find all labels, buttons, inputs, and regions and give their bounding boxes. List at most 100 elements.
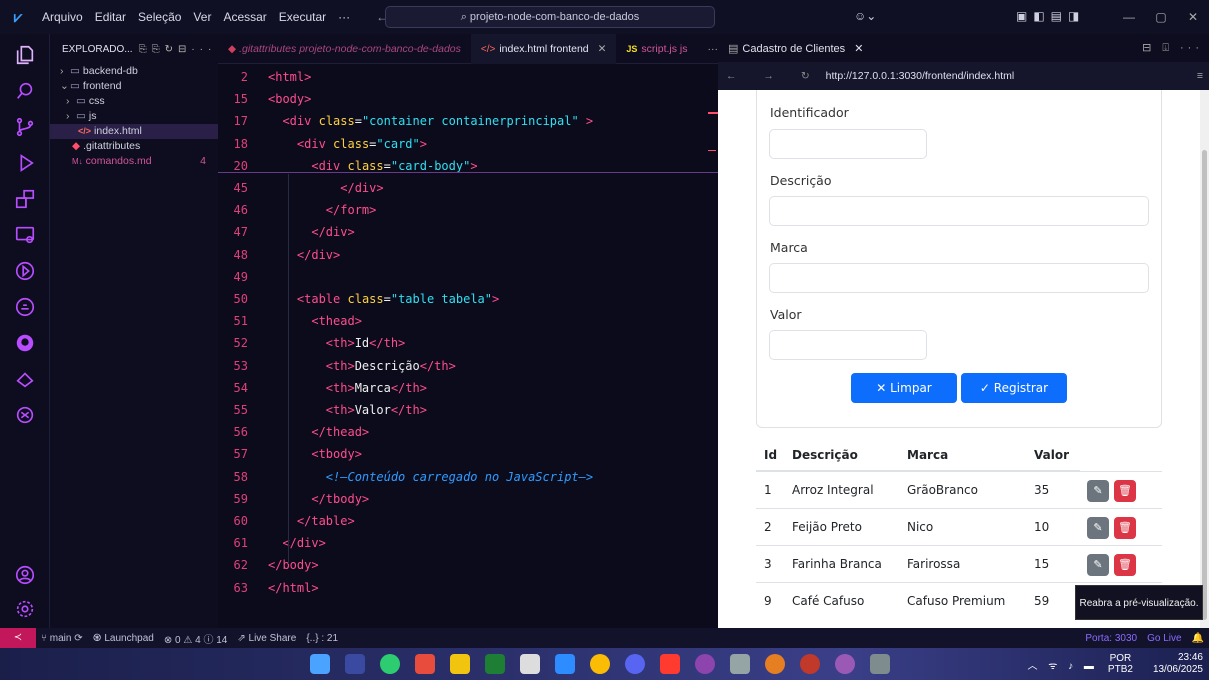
menu-acessar[interactable]: Acessar bbox=[217, 10, 272, 24]
openai-chat-icon[interactable] bbox=[13, 404, 37, 428]
code-line[interactable]: 51 <thead> bbox=[218, 310, 718, 332]
tray-icons[interactable]: ︿ ᯤ ♪ ▬ bbox=[1027, 657, 1097, 672]
problems-status[interactable]: ⊗ 0 ⚠ 4 ⓘ 14 bbox=[159, 631, 232, 646]
calendar-icon[interactable] bbox=[520, 654, 540, 674]
whatsapp-icon[interactable] bbox=[380, 654, 400, 674]
code-line[interactable]: 17 <div class="container containerprinci… bbox=[218, 110, 718, 132]
code-line[interactable]: 50 <table class="table tabela"> bbox=[218, 288, 718, 310]
menu-editar[interactable]: Editar bbox=[89, 10, 132, 24]
delete-icon[interactable]: 🗑 bbox=[1114, 554, 1136, 576]
tree-item-css[interactable]: › ▭ css bbox=[50, 94, 218, 109]
maximize-icon[interactable]: ▢ bbox=[1145, 10, 1177, 24]
app-icon[interactable] bbox=[835, 654, 855, 674]
live-share-status[interactable]: ⇗ Live Share bbox=[232, 633, 301, 644]
code-line[interactable]: 20 <div class="card-body"> bbox=[218, 155, 718, 177]
app-icon[interactable] bbox=[415, 654, 435, 674]
calculator-icon[interactable] bbox=[870, 654, 890, 674]
tree-item-backend-db[interactable]: › ▭ backend-db bbox=[50, 64, 218, 79]
code-line[interactable]: 61 </div> bbox=[218, 532, 718, 554]
preview-actions[interactable]: ⊟ ⍗ ··· bbox=[1142, 41, 1209, 55]
go-live-button[interactable]: Go Live bbox=[1142, 633, 1186, 644]
github-icon[interactable] bbox=[13, 332, 37, 356]
code-line[interactable]: 46 </form> bbox=[218, 199, 718, 221]
run-debug-icon[interactable] bbox=[13, 152, 37, 176]
discord-icon[interactable] bbox=[625, 654, 645, 674]
scrollbar-thumb[interactable] bbox=[1202, 150, 1207, 620]
menu-more[interactable]: ··· bbox=[332, 10, 356, 24]
code-line[interactable]: 58 <!—Conteúdo carregado no JavaScript—> bbox=[218, 466, 718, 488]
menu-executar[interactable]: Executar bbox=[273, 10, 332, 24]
menu-selecao[interactable]: Seleção bbox=[132, 10, 187, 24]
app-icon[interactable] bbox=[765, 654, 785, 674]
tree-item-gitattributes[interactable]: ◆ .gitattributes bbox=[50, 139, 218, 154]
code-line[interactable]: 59 </tbody> bbox=[218, 488, 718, 510]
code-line[interactable]: 47 </div> bbox=[218, 221, 718, 243]
tab-index-html[interactable]: </> index.html frontend ✕ bbox=[470, 33, 617, 64]
explorer-icon[interactable] bbox=[13, 44, 37, 68]
notifications-bell-icon[interactable]: 🔔 bbox=[1187, 633, 1209, 644]
app-icon[interactable] bbox=[660, 654, 680, 674]
task-view-icon[interactable] bbox=[345, 654, 365, 674]
account-icon[interactable] bbox=[13, 564, 37, 588]
code-line[interactable]: 55 <th>Valor</th> bbox=[218, 399, 718, 421]
edit-icon[interactable]: ✎ bbox=[1087, 480, 1109, 502]
preview-nav-icons[interactable]: ← → ↻ bbox=[718, 70, 822, 82]
code-line[interactable]: 45 </div> bbox=[218, 177, 718, 199]
tree-item-js[interactable]: › ▭ js bbox=[50, 109, 218, 124]
preview-tab[interactable]: ▤ Cadastro de Clientes ✕ bbox=[718, 42, 863, 55]
start-windows-icon[interactable] bbox=[310, 654, 330, 674]
timeline-icon[interactable] bbox=[13, 260, 37, 284]
launchpad-status[interactable]: ♼ Launchpad bbox=[88, 633, 159, 644]
excel-icon[interactable] bbox=[485, 654, 505, 674]
menu-arquivo[interactable]: Arquivo bbox=[36, 10, 89, 24]
branch-status[interactable]: ⑂ main ⟳ bbox=[36, 633, 88, 644]
remote-indicator-icon[interactable]: ≺ bbox=[0, 628, 36, 648]
search-icon[interactable] bbox=[13, 80, 37, 104]
input-marca[interactable] bbox=[769, 263, 1149, 293]
code-line[interactable]: 15 <body> bbox=[218, 88, 718, 110]
docker-icon[interactable] bbox=[13, 296, 37, 320]
url-field[interactable]: http://127.0.0.1:3030/frontend/index.htm… bbox=[826, 70, 1015, 82]
code-line[interactable]: 48 </div> bbox=[218, 244, 718, 266]
tab-close-icon[interactable]: ✕ bbox=[598, 43, 607, 55]
input-descricao[interactable] bbox=[769, 196, 1149, 226]
copilot-icon[interactable]: ☺⌄ bbox=[854, 9, 876, 23]
limpar-button[interactable]: ✕ Limpar bbox=[851, 373, 957, 403]
tree-item-index-html[interactable]: </> index.html bbox=[50, 124, 218, 139]
edit-icon[interactable]: ✎ bbox=[1087, 517, 1109, 539]
preview-tab-close-icon[interactable]: ✕ bbox=[854, 43, 863, 55]
clock[interactable]: 23:46 13/06/2025 bbox=[1153, 652, 1203, 676]
preview-menu-icon[interactable]: ≡ bbox=[1197, 70, 1209, 82]
preview-scrollbar[interactable] bbox=[1200, 90, 1209, 628]
registrar-button[interactable]: ✓ Registrar bbox=[961, 373, 1067, 403]
tree-item-comandos-md[interactable]: M↓ comandos.md 4 bbox=[50, 154, 218, 169]
language-indicator[interactable]: POR PTB2 bbox=[1108, 653, 1133, 675]
command-center-search[interactable]: ⌕ projeto-node-com-banco-de-dados bbox=[385, 6, 715, 28]
delete-icon[interactable]: 🗑 bbox=[1114, 480, 1136, 502]
code-line[interactable]: 2 <html> bbox=[218, 66, 718, 88]
chrome-icon[interactable] bbox=[590, 654, 610, 674]
code-line[interactable]: 62 </body> bbox=[218, 554, 718, 576]
code-line[interactable]: 54 <th>Marca</th> bbox=[218, 377, 718, 399]
explorer-toolbar-icons[interactable]: ⎘⎘↻⊟··· bbox=[139, 44, 217, 55]
remote-explorer-icon[interactable] bbox=[13, 224, 37, 248]
code-line[interactable]: 60 </table> bbox=[218, 510, 718, 532]
edit-icon[interactable]: ✎ bbox=[1087, 554, 1109, 576]
tree-item-frontend[interactable]: ⌄▭ frontend bbox=[50, 79, 218, 94]
extensions-icon[interactable] bbox=[13, 188, 37, 212]
code-line[interactable]: 18 <div class="card"> bbox=[218, 133, 718, 155]
tab-gitattributes[interactable]: ◆ .gitattributes projeto-node-com-banco-d… bbox=[218, 43, 471, 55]
file-explorer-icon[interactable] bbox=[450, 654, 470, 674]
app-icon[interactable] bbox=[730, 654, 750, 674]
close-icon[interactable]: ✕ bbox=[1177, 10, 1209, 24]
code-line[interactable]: 63 </html> bbox=[218, 577, 718, 599]
code-editor[interactable]: 2 <html> 15 <body> 17 <div class="container … bbox=[218, 64, 718, 628]
input-identificador[interactable] bbox=[769, 129, 927, 159]
minimize-icon[interactable]: — bbox=[1113, 10, 1145, 24]
menu-ver[interactable]: Ver bbox=[187, 10, 217, 24]
code-line[interactable]: 56 </thead> bbox=[218, 421, 718, 443]
braces-status[interactable]: {..} : 21 bbox=[301, 633, 343, 644]
app-icon[interactable] bbox=[800, 654, 820, 674]
code-line[interactable]: 49 bbox=[218, 266, 718, 288]
vscode-taskbar-icon[interactable] bbox=[555, 654, 575, 674]
